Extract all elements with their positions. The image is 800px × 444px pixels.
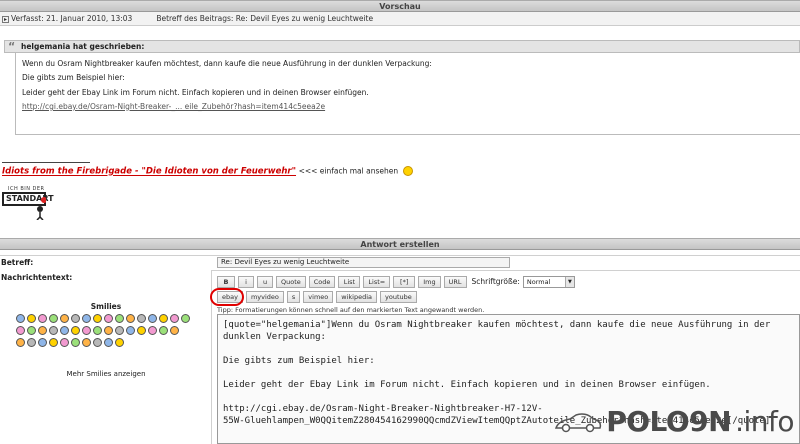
post-meta: ▸ Verfasst: 21. Januar 2010, 13:03 Betreff… — [0, 12, 800, 26]
smiley-icon[interactable] — [126, 314, 135, 323]
smiley-icon[interactable] — [115, 338, 124, 347]
smilies-grid — [16, 314, 200, 350]
smiley-icon[interactable] — [93, 338, 102, 347]
chevron-down-icon[interactable]: ▼ — [564, 277, 574, 287]
smiley-icon[interactable] — [115, 326, 124, 335]
bold-button[interactable]: B — [217, 276, 235, 288]
row-divider — [0, 255, 800, 256]
smiley-icon[interactable] — [71, 338, 80, 347]
myvideo-button[interactable]: myvideo — [245, 291, 284, 303]
quote-button[interactable]: Quote — [276, 276, 306, 288]
badge-small-text: ICH BIN DER — [8, 186, 45, 192]
wikipedia-button[interactable]: wikipedia — [336, 291, 377, 303]
url-button[interactable]: URL — [443, 276, 467, 288]
more-smilies-link[interactable]: Mehr Smilies anzeigen — [0, 370, 212, 378]
smiley-icon[interactable] — [16, 314, 25, 323]
smiley-icon[interactable] — [126, 326, 135, 335]
reply-header: Antwort erstellen — [0, 238, 800, 250]
smiley-icon[interactable] — [60, 326, 69, 335]
smiley-icon[interactable] — [181, 314, 190, 323]
quote-line: Leider geht der Ebay Link im Forum nicht… — [22, 87, 369, 97]
quote-line: Wenn du Osram Nightbreaker kaufen möchte… — [22, 59, 432, 68]
italic-button[interactable]: i — [238, 276, 254, 288]
post-subject: Betreff des Beitrags: Re: Devil Eyes zu … — [156, 14, 374, 23]
smiley-icon[interactable] — [71, 314, 80, 323]
list-item-button[interactable]: [*] — [393, 276, 416, 288]
smiley-icon[interactable] — [38, 326, 47, 335]
quote-line: Die gibts zum Beispiel hier: — [22, 73, 125, 83]
youtube-button[interactable]: youtube — [380, 291, 417, 303]
smiley-icon[interactable] — [82, 338, 91, 347]
smiley-icon[interactable] — [93, 314, 102, 323]
watermark-tld: .info — [735, 405, 794, 438]
signature-link[interactable]: Idiots from the Firebrigade - "Die Idiot… — [2, 167, 296, 177]
quote-author: helgemania hat geschrieben: — [21, 42, 145, 51]
smiley-icon[interactable] — [137, 314, 146, 323]
smiley-icon[interactable] — [159, 314, 168, 323]
signature: Idiots from the Firebrigade - "Die Idiot… — [2, 166, 413, 177]
preview-header: Vorschau — [0, 0, 800, 12]
smiley-icon[interactable] — [38, 338, 47, 347]
smiley-icon[interactable] — [104, 314, 113, 323]
wink-smiley-icon — [402, 166, 413, 176]
smiley-icon[interactable] — [159, 326, 168, 335]
smiley-icon[interactable] — [93, 326, 102, 335]
quote-link[interactable]: http://cgi.ebay.de/Osram-Night-Breaker-_… — [22, 100, 794, 114]
ebay-highlight-circle — [210, 288, 244, 306]
s-button[interactable]: s — [286, 291, 301, 303]
posted-date: Verfasst: 21. Januar 2010, 13:03 — [11, 14, 133, 23]
message-label: Nachrichtentext: — [1, 273, 73, 282]
smiley-icon[interactable] — [82, 326, 91, 335]
subject-input[interactable]: Re: Devil Eyes zu wenig Leuchtweite — [217, 257, 510, 268]
smilies-title: Smilies — [90, 302, 122, 311]
smiley-icon[interactable] — [60, 338, 69, 347]
smiley-icon[interactable] — [104, 326, 113, 335]
smiley-icon[interactable] — [137, 326, 146, 335]
standard-badge: ICH BIN DER STANDART — [2, 186, 54, 222]
underline-button[interactable]: u — [257, 276, 273, 288]
signature-divider — [2, 162, 90, 163]
smiley-icon[interactable] — [60, 314, 69, 323]
stick-figure-icon — [36, 197, 46, 220]
font-size-value: Normal — [526, 278, 551, 286]
smiley-icon[interactable] — [170, 326, 179, 335]
smiley-icon[interactable] — [16, 338, 25, 347]
message-left-column — [0, 270, 212, 444]
quote-body: Wenn du Osram Nightbreaker kaufen möchte… — [15, 53, 800, 135]
signature-text: <<< einfach mal ansehen — [298, 166, 399, 176]
smiley-icon[interactable] — [38, 314, 47, 323]
img-button[interactable]: Img — [418, 276, 441, 288]
font-size-label: Schriftgröße: — [471, 277, 520, 286]
list-button[interactable]: List — [338, 276, 361, 288]
bbcode-toolbar-row1: B i u Quote Code List List= [*] Img URL … — [217, 276, 575, 289]
site-watermark: POLO9N .info — [554, 405, 794, 438]
smiley-icon[interactable] — [170, 314, 179, 323]
smiley-icon[interactable] — [148, 314, 157, 323]
smiley-icon[interactable] — [148, 326, 157, 335]
formatting-tip: Tipp: Formatierungen können schnell auf … — [217, 306, 485, 314]
smiley-icon[interactable] — [82, 314, 91, 323]
subject-label: Betreff: — [1, 258, 34, 267]
vimeo-button[interactable]: vimeo — [303, 291, 334, 303]
smiley-icon[interactable] — [115, 314, 124, 323]
smiley-icon[interactable] — [16, 326, 25, 335]
smiley-icon[interactable] — [27, 314, 36, 323]
post-arrow-icon[interactable]: ▸ — [2, 15, 9, 23]
quote-icon: “ — [8, 40, 16, 53]
bbcode-toolbar-row2: ebay myvideo s vimeo wikipedia youtube — [217, 291, 417, 304]
smiley-icon[interactable] — [49, 338, 58, 347]
smiley-icon[interactable] — [49, 326, 58, 335]
smiley-icon[interactable] — [27, 338, 36, 347]
code-button[interactable]: Code — [308, 276, 336, 288]
smiley-icon[interactable] — [71, 326, 80, 335]
smiley-icon[interactable] — [27, 326, 36, 335]
smiley-icon[interactable] — [104, 338, 113, 347]
smiley-icon[interactable] — [49, 314, 58, 323]
watermark-brand: POLO9N — [606, 405, 732, 438]
car-logo-icon — [555, 412, 602, 432]
quote-header: “ helgemania hat geschrieben: — [4, 40, 800, 53]
font-size-select[interactable]: Normal ▼ — [522, 276, 575, 288]
ordered-list-button[interactable]: List= — [363, 276, 391, 288]
